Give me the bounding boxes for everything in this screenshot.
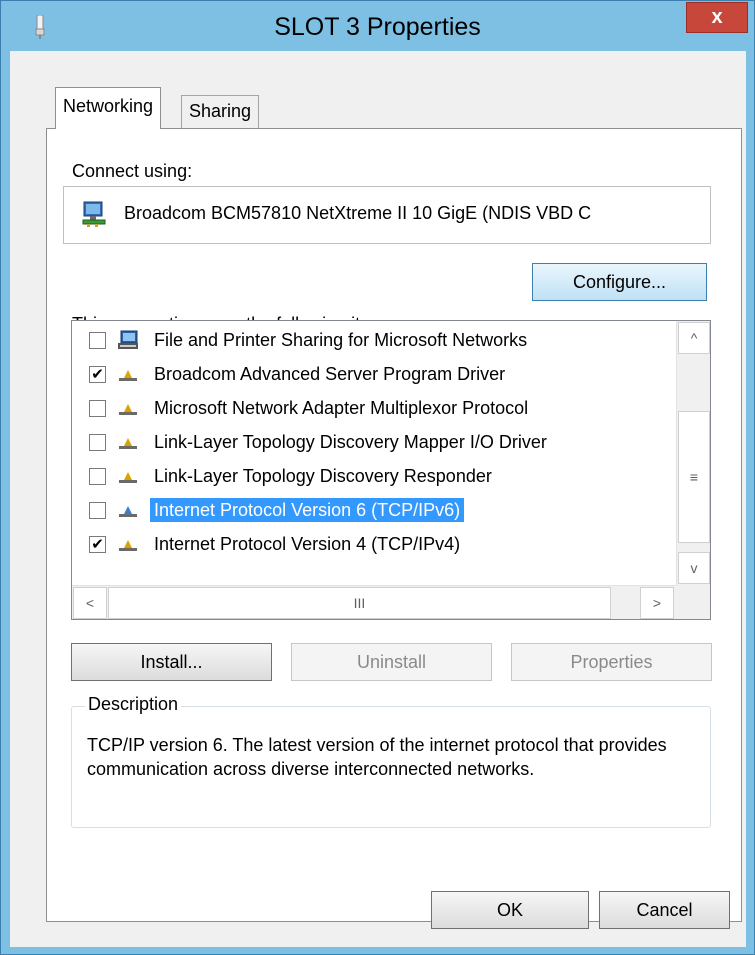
protocol-icon: [119, 472, 137, 483]
checkbox[interactable]: [89, 332, 106, 349]
components-list[interactable]: File and Printer Sharing for Microsoft N…: [71, 320, 711, 620]
scroll-left-button[interactable]: <: [73, 587, 107, 619]
checkbox[interactable]: [89, 400, 106, 417]
checkbox-checked[interactable]: ✔: [89, 366, 106, 383]
scroll-right-button[interactable]: >: [640, 587, 674, 619]
tab-label: Networking: [63, 96, 154, 116]
protocol-icon: [119, 506, 137, 517]
chevron-down-icon: v: [690, 560, 698, 576]
grip-icon: III: [353, 595, 366, 611]
list-item[interactable]: ✔ Broadcom Advanced Server Program Drive…: [72, 358, 672, 392]
connect-using-label: Connect using:: [72, 161, 193, 181]
checkbox[interactable]: [89, 502, 106, 519]
scroll-up-button[interactable]: ^: [678, 322, 710, 354]
ok-button[interactable]: OK: [431, 891, 589, 929]
item-label: File and Printer Sharing for Microsoft N…: [154, 330, 528, 350]
protocol-icon: [119, 438, 137, 449]
description-legend: Description: [85, 694, 182, 715]
protocol-icon: [119, 370, 137, 381]
tab-sharing[interactable]: Sharing: [181, 95, 260, 128]
checkbox[interactable]: [89, 468, 106, 485]
tab-networking[interactable]: Networking: [55, 87, 162, 129]
close-icon: x: [711, 6, 723, 28]
chevron-up-icon: ^: [690, 330, 698, 346]
cancel-button[interactable]: Cancel: [599, 891, 730, 929]
tab-label: Sharing: [189, 101, 252, 121]
chevron-left-icon: <: [85, 595, 95, 611]
window-title: SLOT 3 Properties: [274, 13, 481, 41]
protocol-icon: [119, 404, 137, 415]
description-text: TCP/IP version 6. The latest version of …: [87, 735, 667, 779]
computer-icon: [118, 330, 138, 349]
item-label: Link-Layer Topology Discovery Mapper I/O…: [154, 432, 547, 452]
adapter-name: Broadcom BCM57810 NetXtreme II 10 GigE (…: [124, 203, 592, 223]
description-group: Description TCP/IP version 6. The latest…: [71, 694, 711, 828]
vertical-scrollbar[interactable]: ^ ≡ v: [676, 321, 710, 585]
item-label: Microsoft Network Adapter Multiplexor Pr…: [154, 398, 529, 418]
chevron-right-icon: >: [652, 595, 662, 611]
scroll-corner: [676, 585, 710, 619]
list-item[interactable]: Link-Layer Topology Discovery Mapper I/O…: [72, 426, 672, 460]
list-item[interactable]: ✔ Internet Protocol Version 4 (TCP/IPv4): [72, 528, 672, 562]
uninstall-button[interactable]: Uninstall: [291, 643, 492, 681]
install-button[interactable]: Install...: [71, 643, 272, 681]
title-bar[interactable]: SLOT 3 Properties x: [1, 1, 754, 51]
adapter-box[interactable]: Broadcom BCM57810 NetXtreme II 10 GigE (…: [63, 186, 711, 244]
close-button[interactable]: x: [686, 2, 748, 33]
configure-button[interactable]: Configure...: [532, 263, 707, 301]
item-label: Broadcom Advanced Server Program Driver: [154, 364, 506, 384]
protocol-icon: [119, 540, 137, 551]
scroll-thumb-horizontal[interactable]: III: [108, 587, 611, 619]
item-label: Internet Protocol Version 4 (TCP/IPv4): [154, 534, 461, 554]
list-item[interactable]: Link-Layer Topology Discovery Responder: [72, 460, 672, 494]
grip-icon: ≡: [689, 469, 699, 485]
list-item[interactable]: File and Printer Sharing for Microsoft N…: [72, 324, 672, 358]
network-adapter-icon: [82, 201, 106, 227]
item-label: Internet Protocol Version 6 (TCP/IPv6): [150, 498, 465, 522]
scroll-thumb[interactable]: ≡: [678, 411, 710, 543]
horizontal-scrollbar[interactable]: < III >: [72, 585, 676, 619]
list-item-selected[interactable]: Internet Protocol Version 6 (TCP/IPv6): [72, 494, 672, 528]
scroll-down-button[interactable]: v: [678, 552, 710, 584]
list-item[interactable]: Microsoft Network Adapter Multiplexor Pr…: [72, 392, 672, 426]
item-label: Link-Layer Topology Discovery Responder: [154, 466, 492, 486]
checkbox-checked[interactable]: ✔: [89, 536, 106, 553]
checkbox[interactable]: [89, 434, 106, 451]
properties-button[interactable]: Properties: [511, 643, 712, 681]
